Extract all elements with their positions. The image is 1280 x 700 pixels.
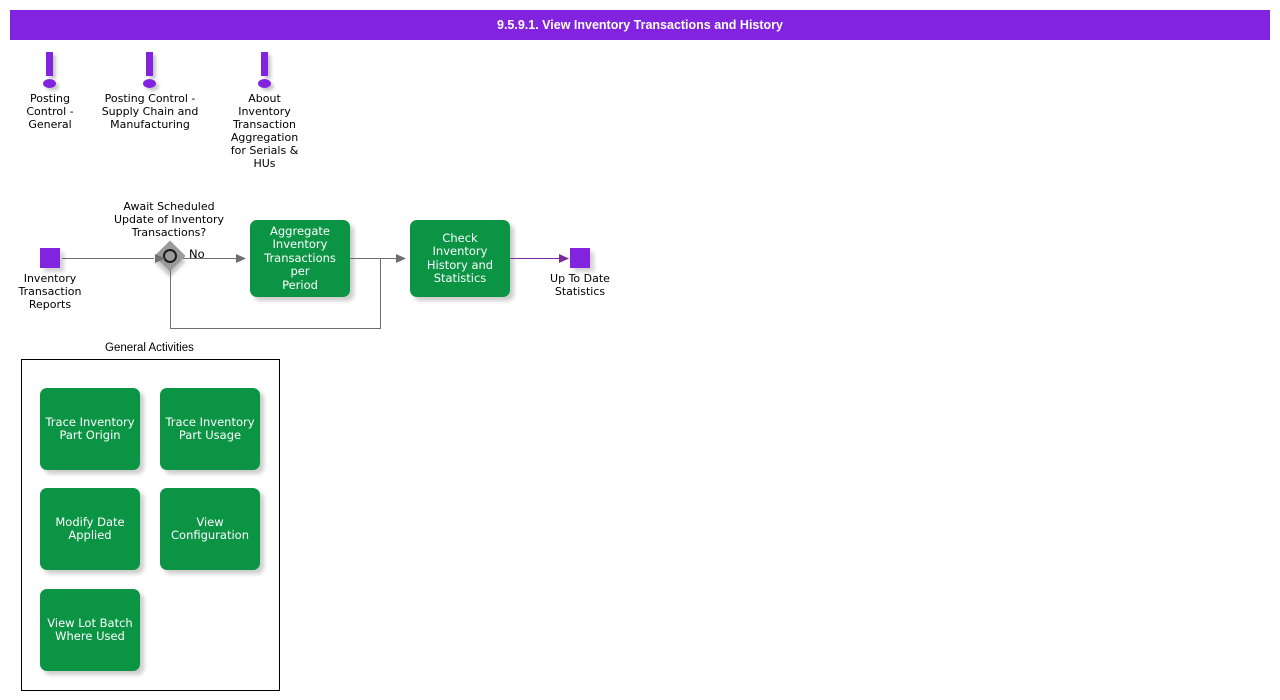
connector-aggregate-to-check	[350, 258, 405, 259]
start-node-inventory-transaction-reports[interactable]	[40, 248, 60, 268]
activity-check-inventory-history-and-statistics[interactable]: Check Inventory History and Statistics	[410, 220, 510, 297]
page-title: 9.5.9.1. View Inventory Transactions and…	[10, 10, 1270, 40]
note-posting-control-supply-chain[interactable]: Posting Control - Supply Chain and Manuf…	[89, 52, 211, 131]
diagram-canvas: 9.5.9.1. View Inventory Transactions and…	[0, 0, 1280, 700]
decision-label: Await Scheduled Update of Inventory Tran…	[114, 200, 224, 239]
note-label: Posting Control - General	[26, 92, 74, 131]
connector-loop-down	[170, 270, 171, 328]
connector-decision-to-aggregate	[183, 258, 245, 259]
exclamation-icon	[253, 52, 277, 90]
exclamation-icon	[138, 52, 162, 90]
start-node-label: Inventory Transaction Reports	[18, 272, 82, 311]
general-activity-modify-date-applied[interactable]: Modify Date Applied	[40, 488, 140, 570]
connector-start-to-decision	[62, 258, 154, 259]
exclamation-icon	[38, 52, 62, 90]
note-label: About Inventory Transaction Aggregation …	[230, 92, 299, 170]
general-activity-view-configuration[interactable]: View Configuration	[160, 488, 260, 570]
end-node-up-to-date-statistics[interactable]	[570, 248, 590, 268]
general-activity-trace-inventory-part-origin[interactable]: Trace Inventory Part Origin	[40, 388, 140, 470]
activity-aggregate-inventory-transactions-per-period[interactable]: Aggregate Inventory Transactions per Per…	[250, 220, 350, 297]
connector-loop-across	[170, 328, 381, 329]
note-posting-control-general[interactable]: Posting Control - General	[8, 52, 92, 131]
connector-loop-up	[380, 258, 381, 328]
general-activity-view-lot-batch-where-used[interactable]: View Lot Batch Where Used	[40, 589, 140, 671]
connector-check-to-end	[510, 258, 568, 259]
general-activity-trace-inventory-part-usage[interactable]: Trace Inventory Part Usage	[160, 388, 260, 470]
end-node-label: Up To Date Statistics	[550, 272, 610, 298]
decision-node-await-scheduled-update[interactable]	[154, 240, 191, 277]
general-activities-title: General Activities	[105, 342, 194, 354]
note-label: Posting Control - Supply Chain and Manuf…	[101, 92, 199, 131]
note-about-inventory-transaction-aggregation[interactable]: About Inventory Transaction Aggregation …	[222, 52, 307, 170]
